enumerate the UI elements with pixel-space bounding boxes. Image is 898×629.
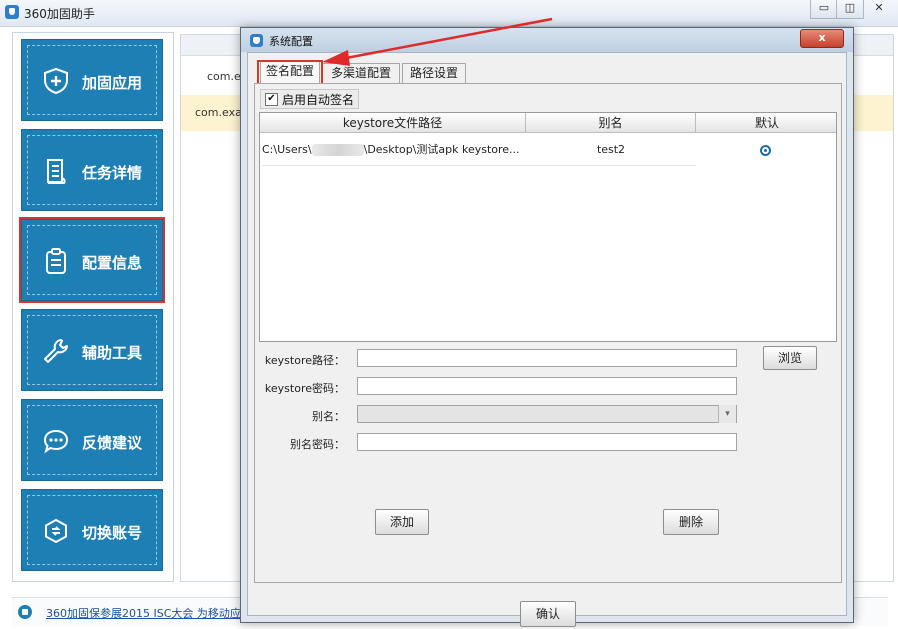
maximize-button[interactable]: ◫: [836, 0, 864, 19]
sidebar-item-label: 反馈建议: [82, 434, 143, 452]
chevron-down-icon[interactable]: ▾: [718, 405, 736, 423]
switch-account-icon: [45, 518, 67, 544]
alias-label: 别名：: [312, 410, 345, 423]
alias-password-input[interactable]: [357, 433, 737, 451]
sidebar-item-label: 辅助工具: [82, 344, 143, 362]
sidebar-item-label: 加固应用: [82, 74, 143, 92]
auto-sign-label: 启用自动签名: [282, 92, 355, 107]
dialog-close-button[interactable]: x: [800, 29, 844, 48]
keystore-path-label: keystore路径：: [264, 354, 345, 367]
keystore-path-prefix: C:\Users\: [262, 143, 312, 156]
add-button[interactable]: 添加: [375, 509, 429, 535]
sidebar-item-harden-app[interactable]: 加固应用: [21, 39, 163, 121]
sidebar-item-switch-account[interactable]: 切换账号: [21, 489, 163, 571]
document-list-icon: [47, 159, 66, 184]
main-titlebar: 360加固助手 ▭ ◫ ✕: [0, 0, 898, 27]
speaker-icon: [18, 605, 32, 619]
sidebar-item-label: 切换账号: [82, 524, 143, 542]
keystore-path-input[interactable]: [357, 349, 737, 367]
delete-button[interactable]: 删除: [663, 509, 719, 535]
alias-password-label: 别名密码：: [290, 438, 345, 451]
checkbox-checked-icon: ✔: [265, 92, 278, 106]
column-header-path[interactable]: keystore文件路径: [260, 113, 526, 133]
app-title: 360加固助手: [24, 7, 95, 21]
clipboard-icon: [46, 248, 66, 274]
sidebar-item-aux-tools[interactable]: 辅助工具: [21, 309, 163, 391]
signing-config-panel: ✔ 启用自动签名 keystore文件路径 别名 默认 C:\Users\ \De…: [254, 83, 842, 583]
shield-plus-icon: [44, 67, 68, 95]
column-header-alias[interactable]: 别名: [526, 113, 696, 133]
system-config-dialog: 系统配置 x 签名配置 多渠道配置 路径设置 ✔ 启用自动签名 keystore…: [240, 27, 854, 627]
sidebar-item-config-info[interactable]: 配置信息: [19, 217, 165, 303]
sidebar-item-feedback[interactable]: 反馈建议: [21, 399, 163, 481]
dialog-title: 系统配置: [269, 35, 313, 48]
sidebar-item-label: 配置信息: [82, 254, 143, 272]
browse-button[interactable]: 浏览: [763, 346, 817, 370]
chat-bubble-icon: [43, 429, 69, 454]
keystore-path-suffix: \Desktop\测试apk keystore...: [363, 143, 520, 156]
keystore-password-input[interactable]: [357, 377, 737, 395]
alias-cell: test2: [526, 134, 696, 166]
wrench-icon: [44, 339, 68, 363]
confirm-button[interactable]: 确认: [520, 601, 576, 627]
sidebar: 加固应用 任务详情 配置信息 辅助工具 反馈建议 切换账号: [12, 32, 174, 582]
redacted-username: [311, 144, 364, 156]
tab-path-settings[interactable]: 路径设置: [402, 63, 466, 83]
tab-signing-config[interactable]: 签名配置: [260, 61, 320, 83]
table-row[interactable]: C:\Users\ \Desktop\测试apk keystore...: [262, 134, 526, 166]
close-button[interactable]: ✕: [866, 0, 892, 18]
app-logo-icon: [5, 5, 19, 19]
auto-sign-checkbox[interactable]: ✔ 启用自动签名: [260, 89, 360, 109]
news-link[interactable]: 360加固保参展2015 ISC大会 为移动应: [46, 605, 241, 621]
alias-select[interactable]: ▾: [357, 405, 737, 423]
app-logo-icon: [250, 34, 263, 47]
keystore-table: keystore文件路径 别名 默认 C:\Users\ \Desktop\测试a…: [259, 112, 837, 342]
column-header-default[interactable]: 默认: [696, 113, 836, 133]
dialog-titlebar[interactable]: 系统配置 x: [241, 28, 853, 52]
minimize-button[interactable]: ▭: [810, 0, 838, 19]
sidebar-item-label: 任务详情: [82, 164, 143, 182]
tab-multi-channel-config[interactable]: 多渠道配置: [322, 63, 400, 83]
package-name: com.exa: [195, 106, 242, 119]
sidebar-item-task-details[interactable]: 任务详情: [21, 129, 163, 211]
keystore-password-label: keystore密码：: [264, 382, 345, 395]
dialog-body: 签名配置 多渠道配置 路径设置 ✔ 启用自动签名 keystore文件路径 别名…: [247, 52, 847, 627]
default-radio[interactable]: [760, 145, 771, 156]
